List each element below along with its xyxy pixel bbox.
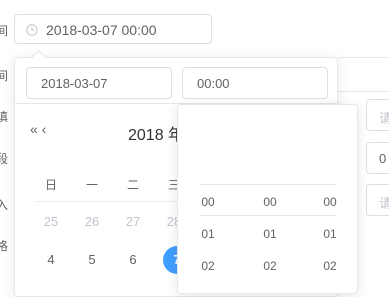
weekday-label: 二 <box>126 178 139 192</box>
form-label-5: 入 <box>0 198 8 212</box>
right-text-input-2[interactable]: 请 <box>366 184 389 216</box>
second-item[interactable]: 02 <box>314 259 346 273</box>
day-cell[interactable]: 5 <box>78 246 106 274</box>
day-cell[interactable]: 27 <box>119 208 147 236</box>
spinner-selection-bottom-line <box>199 215 336 216</box>
datetime-value: 2018-03-07 00:00 <box>46 22 157 38</box>
day-cell[interactable]: 4 <box>37 246 65 274</box>
weekday-label: 一 <box>85 178 98 192</box>
form-label-1: 间 <box>0 24 8 38</box>
spinner-selection-top-line <box>199 184 336 185</box>
right-divider <box>338 57 389 58</box>
second-item[interactable]: 00 <box>314 195 346 209</box>
form-label-2: 间 <box>0 69 8 83</box>
day-cell[interactable]: 26 <box>78 208 106 236</box>
second-item[interactable]: 01 <box>314 227 346 241</box>
right-number-input[interactable]: 0 <box>366 142 389 174</box>
right-divider <box>338 91 389 92</box>
calendar-header-title[interactable]: 2018 年 <box>128 121 184 145</box>
weekday-label: 日 <box>44 178 57 192</box>
form-label-3: 填 <box>0 110 8 124</box>
prev-year-month-button[interactable]: « ‹ <box>30 121 46 137</box>
minute-item[interactable]: 01 <box>254 227 286 241</box>
day-cell[interactable]: 25 <box>37 208 65 236</box>
datetime-input[interactable]: 2018-03-07 00:00 <box>14 14 212 44</box>
hour-item[interactable]: 02 <box>192 259 224 273</box>
day-cell[interactable]: 6 <box>119 246 147 274</box>
picker-time-input[interactable]: 00:00 <box>182 67 328 99</box>
picker-date-input[interactable]: 2018-03-07 <box>26 67 172 99</box>
clock-icon <box>26 23 38 36</box>
form-label-6: 格 <box>0 239 8 253</box>
hour-item[interactable]: 01 <box>192 227 224 241</box>
weekday-divider <box>34 201 184 202</box>
form-label-4: 段 <box>0 152 8 166</box>
minute-item[interactable]: 00 <box>254 195 286 209</box>
hour-item[interactable]: 00 <box>192 195 224 209</box>
right-text-input[interactable]: 请 <box>366 99 389 131</box>
minute-item[interactable]: 02 <box>254 259 286 273</box>
